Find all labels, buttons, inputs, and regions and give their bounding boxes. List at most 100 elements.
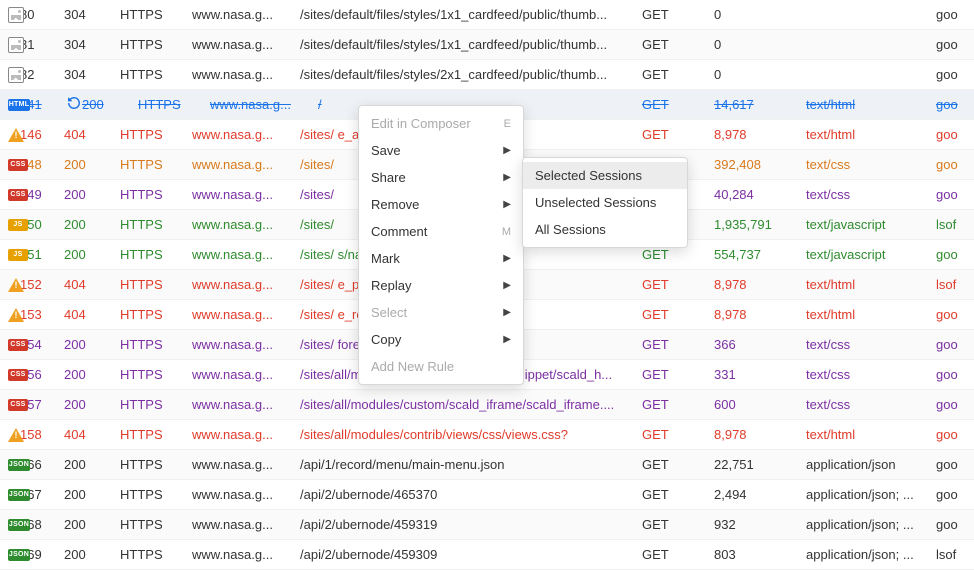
cell-cache: goo	[936, 487, 974, 502]
cell-content-type: application/json; ...	[806, 487, 936, 502]
json-file-icon: JSON	[8, 487, 30, 503]
cell-url: /sites/all/modules/contrib/views/css/vie…	[300, 427, 642, 442]
cell-size: 803	[714, 547, 806, 562]
cell-method: GET	[642, 127, 714, 142]
cell-result: 200	[64, 217, 120, 232]
cell-result: 304	[64, 37, 120, 52]
cell-cache: lsof	[936, 547, 974, 562]
cell-content-type: application/json	[806, 457, 936, 472]
context-menu[interactable]: Edit in ComposerESave▶Share▶Remove▶Comme…	[358, 105, 524, 385]
menu-item-replay[interactable]: Replay▶	[359, 272, 523, 299]
menu-item-mark[interactable]: Mark▶	[359, 245, 523, 272]
table-row[interactable]: 81304HTTPSwww.nasa.g.../sites/default/fi…	[0, 30, 974, 60]
menu-item-label: Copy	[371, 332, 401, 347]
cell-result: 200	[82, 97, 138, 112]
cell-url: /sites/all/modules/custom/scald_iframe/s…	[300, 397, 642, 412]
cell-host: www.nasa.g...	[192, 397, 300, 412]
cell-url: /api/1/record/menu/main-menu.json	[300, 457, 642, 472]
cell-result: 304	[64, 67, 120, 82]
cell-content-type: text/css	[806, 397, 936, 412]
cell-url: /sites/default/files/styles/1x1_cardfeed…	[300, 7, 642, 22]
css-file-icon: CSS	[8, 337, 28, 353]
cell-method: GET	[642, 427, 714, 442]
submenu-item-selected-sessions[interactable]: Selected Sessions	[523, 162, 687, 189]
warning-icon	[8, 427, 24, 443]
table-row[interactable]: JSON166200HTTPSwww.nasa.g.../api/1/recor…	[0, 450, 974, 480]
cell-method: GET	[642, 337, 714, 352]
cell-size: 2,494	[714, 487, 806, 502]
cell-size: 8,978	[714, 307, 806, 322]
cell-protocol: HTTPS	[120, 457, 192, 472]
cell-method: GET	[642, 7, 714, 22]
cell-result: 200	[64, 547, 120, 562]
cell-cache: goo	[936, 67, 974, 82]
cell-content-type: application/json; ...	[806, 547, 936, 562]
cell-protocol: HTTPS	[120, 367, 192, 382]
table-row[interactable]: JSON167200HTTPSwww.nasa.g.../api/2/ubern…	[0, 480, 974, 510]
submenu-arrow-icon: ▶	[503, 280, 511, 291]
menu-item-save[interactable]: Save▶	[359, 137, 523, 164]
cell-method: GET	[642, 517, 714, 532]
menu-item-select: Select▶	[359, 299, 523, 326]
cell-cache: goo	[936, 427, 974, 442]
submenu-item-label: Unselected Sessions	[535, 195, 656, 210]
menu-item-comment[interactable]: CommentM	[359, 218, 523, 245]
cell-size: 366	[714, 337, 806, 352]
cell-cache: goo	[936, 97, 974, 112]
cell-content-type: text/html	[806, 307, 936, 322]
menu-item-share[interactable]: Share▶	[359, 164, 523, 191]
cell-size: 8,978	[714, 277, 806, 292]
submenu-item-all-sessions[interactable]: All Sessions	[523, 216, 687, 243]
cell-method: GET	[642, 367, 714, 382]
table-row[interactable]: 82304HTTPSwww.nasa.g.../sites/default/fi…	[0, 60, 974, 90]
cell-size: 1,935,791	[714, 217, 806, 232]
cell-size: 554,737	[714, 247, 806, 262]
cell-result: 200	[64, 337, 120, 352]
cell-size: 40,284	[714, 187, 806, 202]
menu-item-copy[interactable]: Copy▶	[359, 326, 523, 353]
table-row[interactable]: 80304HTTPSwww.nasa.g.../sites/default/fi…	[0, 0, 974, 30]
cell-url: /sites/default/files/styles/1x1_cardfeed…	[300, 37, 642, 52]
table-row[interactable]: CSS157200HTTPSwww.nasa.g.../sites/all/mo…	[0, 390, 974, 420]
cell-result: 200	[64, 487, 120, 502]
cell-content-type: text/css	[806, 187, 936, 202]
cell-protocol: HTTPS	[120, 217, 192, 232]
cell-protocol: HTTPS	[120, 277, 192, 292]
submenu-arrow-icon: ▶	[503, 172, 511, 183]
cell-host: www.nasa.g...	[192, 367, 300, 382]
submenu-item-unselected-sessions[interactable]: Unselected Sessions	[523, 189, 687, 216]
table-row[interactable]: JSON168200HTTPSwww.nasa.g.../api/2/ubern…	[0, 510, 974, 540]
cell-result: 404	[64, 127, 120, 142]
submenu-item-label: All Sessions	[535, 222, 606, 237]
cell-method: GET	[642, 37, 714, 52]
cell-content-type: text/html	[806, 97, 936, 112]
table-row[interactable]: 158404HTTPSwww.nasa.g.../sites/all/modul…	[0, 420, 974, 450]
menu-item-edit-in-composer: Edit in ComposerE	[359, 110, 523, 137]
cell-content-type: text/html	[806, 127, 936, 142]
table-row[interactable]: JSON169200HTTPSwww.nasa.g.../api/2/ubern…	[0, 540, 974, 570]
cell-size: 14,617	[714, 97, 806, 112]
cell-content-type: text/javascript	[806, 247, 936, 262]
cell-size: 0	[714, 67, 806, 82]
cell-host: www.nasa.g...	[192, 547, 300, 562]
cell-host: www.nasa.g...	[192, 247, 300, 262]
cell-protocol: HTTPS	[120, 337, 192, 352]
menu-item-add-new-rule: Add New Rule	[359, 353, 523, 380]
json-file-icon: JSON	[8, 517, 30, 533]
cell-protocol: HTTPS	[120, 37, 192, 52]
image-icon	[8, 7, 24, 23]
cell-protocol: HTTPS	[120, 427, 192, 442]
cell-protocol: HTTPS	[120, 157, 192, 172]
cell-host: www.nasa.g...	[192, 67, 300, 82]
cell-content-type: text/css	[806, 337, 936, 352]
context-submenu[interactable]: Selected Sessions Unselected Sessions All …	[522, 157, 688, 248]
cell-cache: goo	[936, 337, 974, 352]
menu-item-label: Add New Rule	[371, 359, 454, 374]
cell-method: GET	[642, 487, 714, 502]
cell-method: GET	[642, 307, 714, 322]
menu-item-remove[interactable]: Remove▶	[359, 191, 523, 218]
cell-host: www.nasa.g...	[192, 217, 300, 232]
cell-method: GET	[642, 97, 714, 112]
cell-host: www.nasa.g...	[192, 517, 300, 532]
cell-protocol: HTTPS	[120, 7, 192, 22]
